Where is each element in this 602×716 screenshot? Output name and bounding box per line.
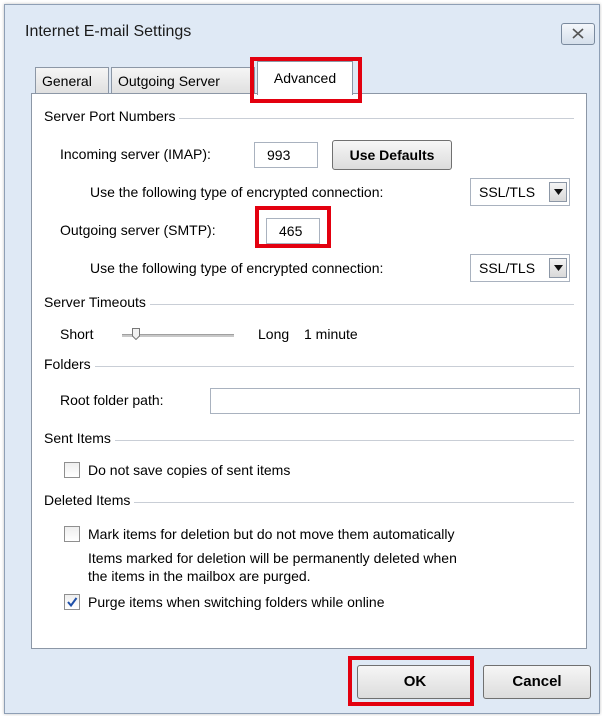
encryption-value-incoming: SSL/TLS [479, 184, 536, 200]
group-title-folders: Folders [44, 356, 95, 372]
checkmark-icon [67, 597, 78, 608]
purge-items-checkbox[interactable] [64, 594, 80, 610]
deletion-note-line2: the items in the mailbox are purged. [88, 568, 311, 584]
email-settings-dialog: Internet E-mail Settings General Outgoin… [4, 4, 600, 714]
outgoing-server-label: Outgoing server (SMTP): [60, 222, 216, 238]
purge-items-label: Purge items when switching folders while… [88, 594, 385, 610]
group-title-timeouts: Server Timeouts [44, 294, 150, 310]
advanced-panel: Server Port Numbers Incoming server (IMA… [31, 93, 587, 649]
ok-button[interactable]: OK [357, 665, 473, 699]
root-folder-label: Root folder path: [60, 392, 164, 408]
outgoing-port-input[interactable]: 465 [266, 218, 320, 244]
slider-thumb-icon[interactable] [132, 328, 140, 340]
timeout-short-label: Short [60, 326, 94, 342]
titlebar: Internet E-mail Settings [5, 5, 599, 45]
no-copies-checkbox[interactable] [64, 462, 80, 478]
timeout-value: 1 minute [304, 326, 358, 342]
tab-advanced[interactable]: Advanced [257, 61, 353, 95]
use-defaults-button[interactable]: Use Defaults [332, 140, 452, 170]
root-folder-input[interactable] [210, 388, 580, 414]
timeout-long-label: Long [258, 326, 290, 342]
group-divider [44, 366, 574, 367]
dropdown-arrow-icon[interactable] [549, 182, 567, 202]
incoming-port-input[interactable]: 993 [254, 142, 318, 168]
tab-outgoing-server[interactable]: Outgoing Server [111, 67, 255, 93]
close-icon [572, 28, 584, 39]
group-title-server-ports: Server Port Numbers [44, 108, 180, 124]
close-button[interactable] [561, 23, 595, 45]
cancel-button[interactable]: Cancel [483, 665, 591, 699]
deletion-note-line1: Items marked for deletion will be perman… [88, 550, 457, 566]
dropdown-arrow-icon[interactable] [549, 258, 567, 278]
encryption-value-outgoing: SSL/TLS [479, 260, 536, 276]
window-title: Internet E-mail Settings [25, 23, 192, 40]
encryption-select-outgoing[interactable]: SSL/TLS [470, 254, 570, 282]
mark-for-deletion-label: Mark items for deletion but do not move … [88, 526, 455, 542]
group-title-sent-items: Sent Items [44, 430, 115, 446]
group-title-deleted-items: Deleted Items [44, 492, 135, 508]
incoming-server-label: Incoming server (IMAP): [60, 146, 211, 162]
group-divider [44, 440, 574, 441]
mark-for-deletion-checkbox[interactable] [64, 526, 80, 542]
no-copies-label: Do not save copies of sent items [88, 462, 291, 478]
encryption-select-incoming[interactable]: SSL/TLS [470, 178, 570, 206]
tab-general[interactable]: General [35, 67, 109, 93]
encryption-label-outgoing: Use the following type of encrypted conn… [90, 260, 384, 276]
encryption-label-incoming: Use the following type of encrypted conn… [90, 184, 384, 200]
